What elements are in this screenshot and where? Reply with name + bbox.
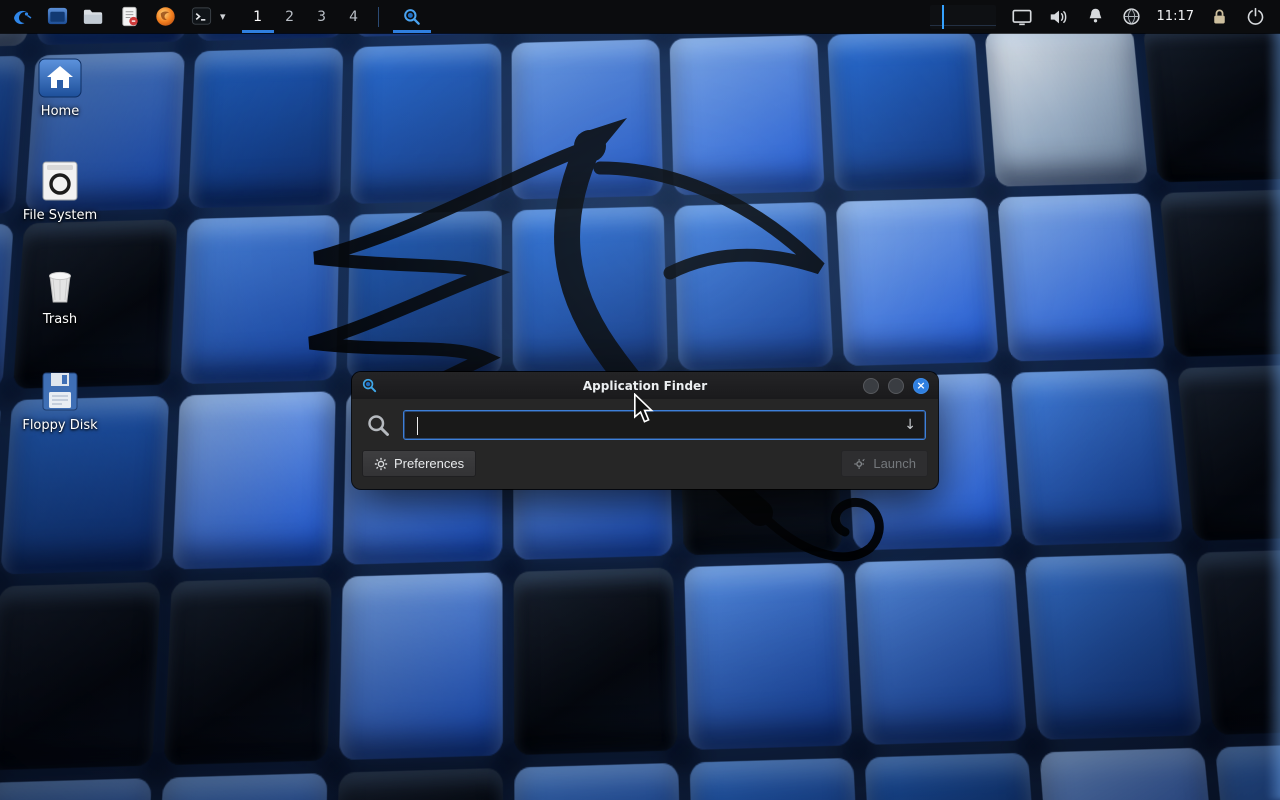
- application-finder-window: Application Finder × ↓ Preferences: [352, 372, 938, 489]
- network-icon: [1121, 6, 1142, 27]
- close-button[interactable]: ×: [913, 378, 929, 394]
- bell-icon: [1085, 6, 1106, 27]
- screen-lock-button[interactable]: [1209, 6, 1230, 27]
- volume-indicator[interactable]: [1048, 6, 1070, 28]
- application-finder-task-icon: [402, 7, 422, 27]
- wallpaper-cube: [985, 27, 1148, 187]
- desktop-icon-trash[interactable]: Trash: [12, 264, 108, 327]
- wallpaper-cube: [1176, 364, 1280, 541]
- places-icon: [46, 5, 69, 28]
- places-button[interactable]: [44, 3, 71, 30]
- wallpaper-cube: [855, 558, 1028, 745]
- terminal-icon: [190, 5, 213, 28]
- wallpaper-cube: [514, 763, 683, 800]
- wallpaper-cube: [865, 753, 1043, 800]
- file-manager-button[interactable]: [80, 3, 107, 30]
- wallpaper-cube: [1142, 23, 1280, 183]
- network-indicator[interactable]: [1121, 6, 1142, 27]
- file-manager-icon: [82, 5, 105, 28]
- home-icon: [38, 56, 82, 98]
- wallpaper-cube: [1040, 748, 1222, 800]
- desktop-icon-label: File System: [23, 209, 97, 223]
- workspace-2[interactable]: 2: [274, 0, 306, 33]
- wallpaper-cube: [1159, 189, 1280, 357]
- power-icon: [1245, 6, 1266, 27]
- wallpaper-cube: [163, 577, 331, 765]
- wallpaper-cube: [513, 567, 677, 755]
- display-indicator[interactable]: [1011, 6, 1033, 28]
- kali-dragon-logo: [255, 108, 915, 578]
- launch-gear-icon: [853, 457, 867, 471]
- minimize-button[interactable]: [863, 378, 879, 394]
- workspace-4[interactable]: 4: [338, 0, 370, 33]
- volume-icon: [1048, 6, 1070, 28]
- launch-button[interactable]: Launch: [841, 450, 928, 477]
- system-tray: 11:17: [930, 5, 1274, 29]
- application-finder-icon: [361, 377, 378, 394]
- wallpaper-cube: [1011, 369, 1183, 546]
- desktop-icon-file-system[interactable]: File System: [12, 160, 108, 223]
- text-editor-button[interactable]: [116, 3, 143, 30]
- terminal-button[interactable]: [188, 3, 215, 30]
- kali-menu-icon: [10, 5, 34, 29]
- lock-icon: [1209, 6, 1230, 27]
- workspace-1[interactable]: 1: [242, 0, 274, 33]
- wallpaper-cube: [684, 563, 853, 750]
- cpu-graph[interactable]: [930, 5, 996, 29]
- terminal-dropdown-arrow[interactable]: ▾: [220, 10, 226, 23]
- arrow-down-icon[interactable]: ↓: [904, 417, 925, 433]
- text-caret: [417, 417, 418, 435]
- wallpaper-cube: [0, 778, 151, 800]
- workspace-3[interactable]: 3: [306, 0, 338, 33]
- firefox-icon: [154, 5, 177, 28]
- workspace-switcher: 1 2 3 4: [242, 0, 370, 33]
- top-panel: ▾ 1 2 3 4: [0, 0, 1280, 33]
- preferences-label: Preferences: [394, 456, 464, 471]
- wallpaper-cube: [334, 768, 503, 800]
- floppy-icon: [38, 370, 82, 412]
- taskbar-application-finder[interactable]: [393, 0, 431, 33]
- kali-menu-button[interactable]: [8, 3, 35, 30]
- wallpaper-cube: [998, 193, 1165, 361]
- wallpaper-cube: [154, 773, 327, 800]
- search-input[interactable]: [404, 418, 904, 433]
- desktop-icon-home[interactable]: Home: [12, 56, 108, 119]
- drive-icon: [38, 160, 82, 202]
- search-entry[interactable]: ↓: [403, 410, 926, 440]
- wallpaper-cube: [339, 572, 503, 760]
- desktop-icon-floppy-disk[interactable]: Floppy Disk: [12, 370, 108, 433]
- window-title: Application Finder: [352, 379, 938, 393]
- gear-icon: [374, 457, 388, 471]
- desktop-icon-label: Home: [41, 105, 79, 119]
- wallpaper-cube: [0, 582, 160, 770]
- logout-button[interactable]: [1245, 6, 1266, 27]
- desktop-icon-label: Trash: [43, 313, 77, 327]
- launch-label: Launch: [873, 456, 916, 471]
- search-icon: [365, 412, 392, 439]
- panel-separator: [378, 7, 379, 27]
- desktop-icon-label: Floppy Disk: [22, 419, 97, 433]
- maximize-button[interactable]: [888, 378, 904, 394]
- panel-launchers: ▾: [8, 3, 226, 30]
- wallpaper-cube: [690, 758, 863, 800]
- clock[interactable]: 11:17: [1157, 9, 1194, 24]
- notifications-indicator[interactable]: [1085, 6, 1106, 27]
- trash-icon: [38, 264, 82, 306]
- titlebar[interactable]: Application Finder ×: [352, 372, 938, 399]
- wallpaper-cube: [1025, 553, 1202, 740]
- display-icon: [1011, 6, 1033, 28]
- text-editor-icon: [118, 5, 141, 28]
- edge-light: [1266, 0, 1280, 800]
- preferences-button[interactable]: Preferences: [362, 450, 476, 477]
- firefox-button[interactable]: [152, 3, 179, 30]
